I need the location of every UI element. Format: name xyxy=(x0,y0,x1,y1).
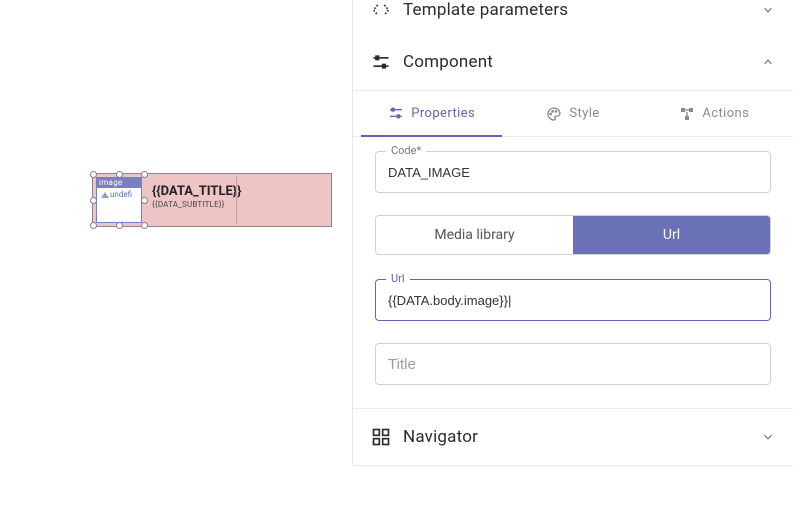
component-tabs: Properties Style Actions xyxy=(353,91,793,137)
code-field-label: Code* xyxy=(386,144,426,157)
image-component-slot[interactable]: image undefi xyxy=(96,177,142,223)
tab-style[interactable]: Style xyxy=(502,91,643,136)
section-template-parameters-title: Template parameters xyxy=(403,0,761,20)
sliders-icon xyxy=(388,105,404,121)
image-slot-type-label: image xyxy=(96,177,142,188)
code-field[interactable]: Code* xyxy=(375,151,771,193)
card-divider xyxy=(236,176,237,224)
tab-actions[interactable]: Actions xyxy=(644,91,785,136)
properties-panel: Template parameters Component xyxy=(352,0,793,466)
url-input[interactable] xyxy=(376,280,770,320)
sliders-icon xyxy=(371,52,391,72)
section-component[interactable]: Component xyxy=(353,34,793,91)
tab-properties-label: Properties xyxy=(411,106,475,121)
code-input[interactable] xyxy=(376,152,770,192)
code-icon xyxy=(371,0,391,20)
template-title[interactable]: {{DATA_TITLE}} xyxy=(152,184,241,199)
chevron-down-icon xyxy=(761,3,775,17)
chevron-up-icon xyxy=(761,55,775,69)
url-field-label: Url xyxy=(386,272,410,285)
source-toggle: Media library Url xyxy=(375,215,771,255)
chevron-down-icon xyxy=(761,430,775,444)
resize-handle-s[interactable] xyxy=(116,222,123,229)
template-card[interactable]: image undefi {{DATA_TITLE}} {{DATA_SUBTI… xyxy=(92,173,332,227)
resize-handle-e[interactable] xyxy=(141,197,148,204)
tab-style-label: Style xyxy=(569,106,599,121)
canvas[interactable]: image undefi {{DATA_TITLE}} {{DATA_SUBTI… xyxy=(0,0,352,532)
url-field[interactable]: Url xyxy=(375,279,771,321)
toggle-url[interactable]: Url xyxy=(573,216,770,254)
section-component-title: Component xyxy=(403,52,761,72)
tab-actions-label: Actions xyxy=(702,106,749,121)
resize-handle-w[interactable] xyxy=(90,197,97,204)
resize-handle-se[interactable] xyxy=(141,222,148,229)
workflow-icon xyxy=(679,106,695,122)
resize-handle-ne[interactable] xyxy=(141,171,148,178)
section-navigator[interactable]: Navigator xyxy=(353,408,793,466)
properties-body: Code* Media library Url Url xyxy=(353,137,793,408)
title-field[interactable] xyxy=(375,343,771,385)
grid-icon xyxy=(371,427,391,447)
tab-properties[interactable]: Properties xyxy=(361,91,502,137)
image-placeholder-icon xyxy=(101,192,109,198)
template-subtitle[interactable]: {{DATA_SUBTITLE}} xyxy=(152,200,241,209)
section-template-parameters[interactable]: Template parameters xyxy=(353,0,793,34)
section-navigator-title: Navigator xyxy=(403,427,761,447)
toggle-media-library[interactable]: Media library xyxy=(376,216,573,254)
image-placeholder: undefi xyxy=(99,188,139,220)
resize-handle-sw[interactable] xyxy=(90,222,97,229)
title-input[interactable] xyxy=(376,344,770,384)
palette-icon xyxy=(546,106,562,122)
